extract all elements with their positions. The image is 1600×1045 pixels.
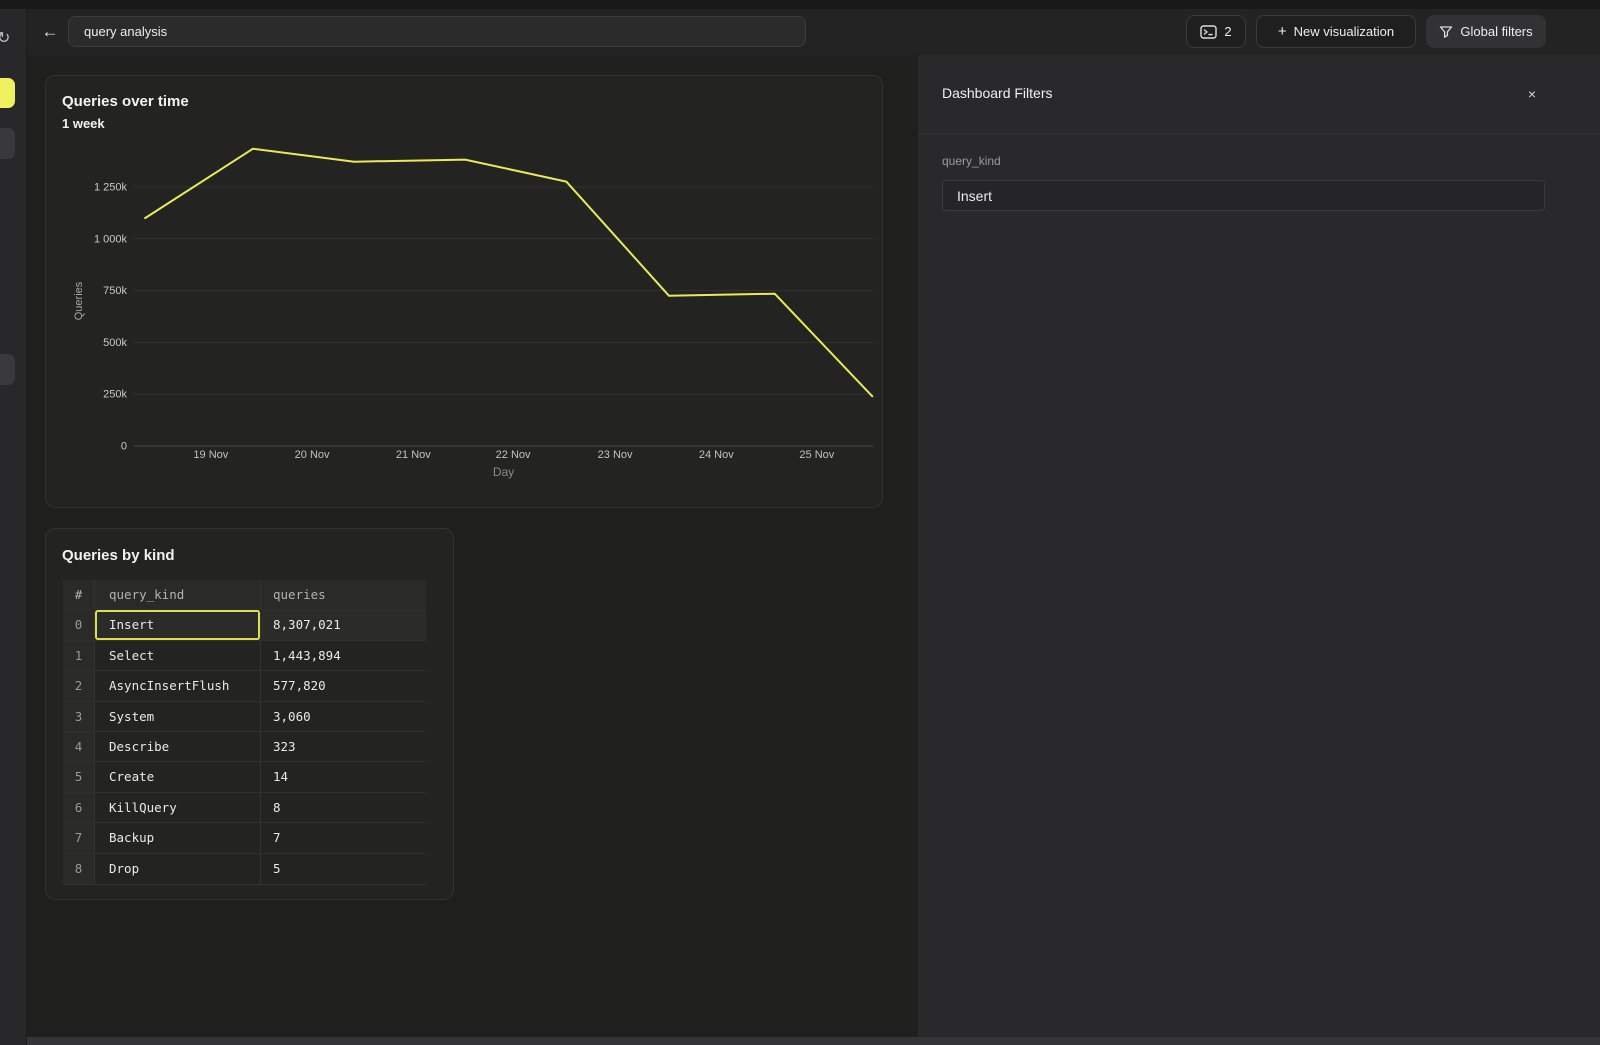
sidebar-item[interactable] [0,354,15,385]
query-kind-cell-selected[interactable]: Insert [95,610,261,639]
y-tick-label: 1 000k [94,233,128,245]
chart-card: Queries over time 1 week 0 250k 500k 750k 1 … [45,75,883,508]
global-filters-label: Global filters [1460,24,1532,39]
global-filters-button[interactable]: Global filters [1426,15,1546,48]
queries-value-cell[interactable]: 577,820 [261,671,426,700]
x-tick-label: 22 Nov [496,449,531,461]
query-kind-cell[interactable]: KillQuery [95,793,261,822]
table-row: 3System3,060 [63,702,426,732]
dashboard-filters-panel: Dashboard Filters × query_kind [918,55,1600,1037]
table-row: 0Insert8,307,021 [63,610,426,640]
query-kind-cell[interactable]: Create [95,762,261,791]
queries-over-time-chart: 0 250k 500k 750k 1 000k 1 250k 19 Nov 20 Nov 21 … [61,131,881,496]
table-header-row: # query_kind queries [63,580,426,610]
row-index-cell: 2 [63,671,95,700]
x-tick-label: 21 Nov [396,449,431,461]
y-tick-label: 750k [103,285,127,297]
queries-value-cell[interactable]: 1,443,894 [261,641,426,670]
filters-panel-title: Dashboard Filters [942,85,1053,101]
row-index-cell: 0 [63,610,95,639]
table-body: 0Insert8,307,0211Select1,443,8942AsyncIn… [63,610,426,884]
x-tick-label: 25 Nov [799,449,834,461]
row-index-cell: 6 [63,793,95,822]
new-visualization-button[interactable]: + New visualization [1256,15,1416,48]
close-icon[interactable]: × [1521,83,1543,105]
y-tick-label: 1 250k [94,182,128,194]
left-sidebar: ↻ [0,9,27,1045]
query-kind-filter-input[interactable] [942,180,1545,211]
row-index-cell: 4 [63,732,95,761]
queries-value-cell[interactable]: 3,060 [261,702,426,731]
row-index-cell: 3 [63,702,95,731]
queries-series-line [145,149,872,397]
column-header-queries: queries [261,580,426,609]
y-axis-title: Queries [73,281,85,320]
table-row: 5Create14 [63,762,426,792]
x-tick-label: 23 Nov [598,449,633,461]
row-index-cell: 7 [63,823,95,852]
window-top-strip [0,0,1600,9]
queries-value-cell[interactable]: 5 [261,854,426,884]
table-row: 1Select1,443,894 [63,641,426,671]
table-row: 2AsyncInsertFlush577,820 [63,671,426,701]
panel-divider [918,133,1600,134]
table-row: 7Backup7 [63,823,426,853]
queries-value-cell[interactable]: 8,307,021 [261,610,426,639]
back-button[interactable]: ← [38,18,62,46]
console-count: 2 [1224,24,1231,39]
reload-icon[interactable]: ↻ [0,27,21,51]
queries-by-kind-table: # query_kind queries 0Insert8,307,0211Se… [63,580,426,885]
table-row: 4Describe323 [63,732,426,762]
plus-icon: + [1278,23,1287,40]
sidebar-item[interactable] [0,128,15,159]
query-kind-cell[interactable]: Backup [95,823,261,852]
table-row: 6KillQuery8 [63,793,426,823]
query-kind-cell[interactable]: Select [95,641,261,670]
row-index-cell: 1 [63,641,95,670]
sidebar-item-active[interactable] [0,78,15,108]
query-kind-cell[interactable]: Describe [95,732,261,761]
queries-value-cell[interactable]: 14 [261,762,426,791]
column-header-index: # [63,580,95,609]
console-icon [1200,25,1217,39]
y-tick-label: 0 [121,441,127,453]
funnel-icon [1439,25,1453,39]
query-kind-cell[interactable]: System [95,702,261,731]
x-axis-title: Day [493,465,514,479]
row-index-cell: 5 [63,762,95,791]
y-tick-label: 500k [103,337,127,349]
table-row: 8Drop5 [63,854,426,884]
queries-value-cell[interactable]: 8 [261,793,426,822]
console-count-button[interactable]: 2 [1186,15,1246,48]
dashboard-title-input[interactable] [68,16,806,47]
query-kind-cell[interactable]: AsyncInsertFlush [95,671,261,700]
new-visualization-label: New visualization [1294,24,1394,39]
chart-subtitle: 1 week [62,116,105,131]
queries-value-cell[interactable]: 7 [261,823,426,852]
column-header-query-kind: query_kind [95,580,261,609]
x-tick-label: 20 Nov [295,449,330,461]
filter-field-label: query_kind [942,154,1001,168]
row-index-cell: 8 [63,854,95,884]
horizontal-scrollbar[interactable] [27,1037,1600,1045]
table-card: Queries by kind # query_kind queries 0In… [45,528,454,900]
table-title: Queries by kind [62,547,175,564]
query-kind-cell[interactable]: Drop [95,854,261,884]
y-tick-label: 250k [103,389,127,401]
x-tick-label: 24 Nov [699,449,734,461]
x-tick-label: 19 Nov [193,449,228,461]
queries-value-cell[interactable]: 323 [261,732,426,761]
chart-title: Queries over time [62,93,189,110]
